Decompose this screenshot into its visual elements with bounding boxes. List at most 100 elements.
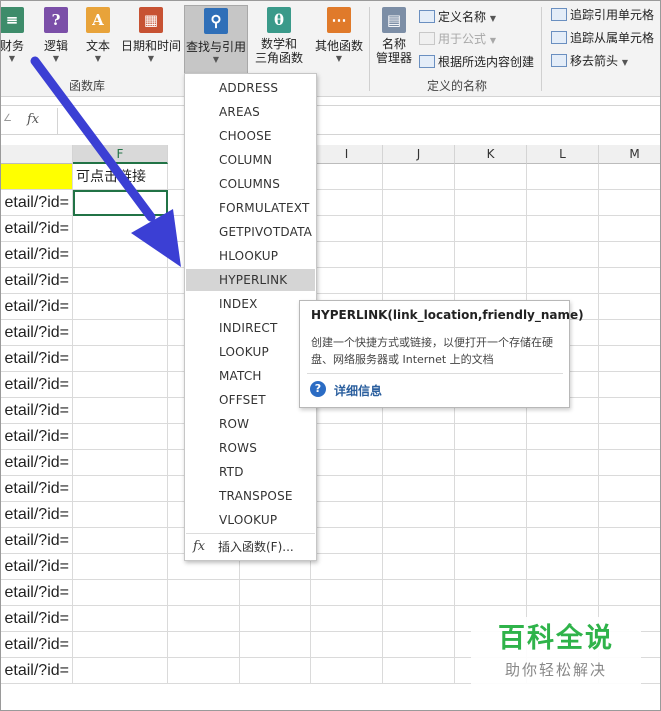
menu-item-columns[interactable]: COLUMNS: [186, 173, 315, 195]
url-cell[interactable]: etail/?id=: [1, 606, 73, 632]
grid-cell[interactable]: [455, 216, 527, 242]
grid-cell[interactable]: [73, 528, 168, 554]
datetime-button[interactable]: ▦ 日期和时间 ▼: [119, 5, 183, 75]
column-header-l[interactable]: L: [527, 145, 599, 164]
grid-cell[interactable]: [73, 554, 168, 580]
grid-cell[interactable]: [73, 320, 168, 346]
menu-item-offset[interactable]: OFFSET: [186, 389, 315, 411]
grid-cell[interactable]: [455, 242, 527, 268]
define-name-button[interactable]: 定义名称 ▼: [419, 7, 496, 27]
grid-cell[interactable]: [73, 242, 168, 268]
grid-cell[interactable]: [383, 606, 455, 632]
grid-cell[interactable]: [527, 476, 599, 502]
grid-cell[interactable]: [599, 346, 660, 372]
grid-cell[interactable]: [455, 190, 527, 216]
grid-cell[interactable]: [527, 528, 599, 554]
grid-cell[interactable]: [73, 450, 168, 476]
grid-cell[interactable]: [73, 216, 168, 242]
grid-cell[interactable]: [73, 502, 168, 528]
grid-cell[interactable]: [311, 242, 383, 268]
grid-cell[interactable]: [168, 632, 240, 658]
grid-cell[interactable]: [383, 476, 455, 502]
column-header-f[interactable]: F: [73, 145, 168, 164]
use-in-formula-button[interactable]: 用于公式 ▼: [419, 29, 496, 49]
grid-cell[interactable]: [599, 242, 660, 268]
grid-cell[interactable]: [168, 580, 240, 606]
grid-cell[interactable]: [455, 268, 527, 294]
grid-cell[interactable]: [311, 164, 383, 190]
menu-item-lookup[interactable]: LOOKUP: [186, 341, 315, 363]
grid-cell[interactable]: [455, 528, 527, 554]
menu-item-vlookup[interactable]: VLOOKUP: [186, 509, 315, 531]
url-cell[interactable]: etail/?id=: [1, 242, 73, 268]
url-cell[interactable]: etail/?id=: [1, 476, 73, 502]
grid-cell[interactable]: [455, 502, 527, 528]
grid-cell[interactable]: [527, 580, 599, 606]
menu-item-transpose[interactable]: TRANSPOSE: [186, 485, 315, 507]
grid-cell[interactable]: [455, 554, 527, 580]
url-cell[interactable]: etail/?id=: [1, 398, 73, 424]
menu-item-match[interactable]: MATCH: [186, 365, 315, 387]
grid-cell[interactable]: [240, 580, 311, 606]
url-cell[interactable]: etail/?id=: [1, 268, 73, 294]
text-button[interactable]: A 文本 ▼: [81, 5, 115, 75]
menu-item-row[interactable]: ROW: [186, 413, 315, 435]
grid-cell[interactable]: [168, 606, 240, 632]
grid-cell[interactable]: [73, 398, 168, 424]
grid-cell[interactable]: [311, 658, 383, 684]
grid-cell[interactable]: [383, 268, 455, 294]
remove-arrows-button[interactable]: 移去箭头 ▼: [551, 51, 628, 71]
grid-cell[interactable]: [311, 554, 383, 580]
menu-item-choose[interactable]: CHOOSE: [186, 125, 315, 147]
column-header[interactable]: [1, 145, 73, 164]
url-cell[interactable]: etail/?id=: [1, 658, 73, 684]
grid-cell[interactable]: [168, 658, 240, 684]
lookup-reference-button[interactable]: ⚲ 查找与引用 ▼: [184, 5, 248, 75]
grid-cell[interactable]: [311, 424, 383, 450]
grid-cell[interactable]: [383, 216, 455, 242]
grid-cell[interactable]: [311, 632, 383, 658]
menu-item-rows[interactable]: ROWS: [186, 437, 315, 459]
grid-cell[interactable]: [73, 580, 168, 606]
menu-item-index[interactable]: INDEX: [186, 293, 315, 315]
url-cell[interactable]: etail/?id=: [1, 294, 73, 320]
grid-cell[interactable]: [311, 502, 383, 528]
grid-cell[interactable]: [311, 606, 383, 632]
grid-cell[interactable]: [527, 554, 599, 580]
grid-cell[interactable]: [599, 450, 660, 476]
grid-cell[interactable]: [240, 606, 311, 632]
menu-item-column[interactable]: COLUMN: [186, 149, 315, 171]
grid-cell[interactable]: [527, 450, 599, 476]
url-cell[interactable]: etail/?id=: [1, 632, 73, 658]
grid-cell[interactable]: [311, 190, 383, 216]
grid-cell[interactable]: [455, 164, 527, 190]
grid-cell[interactable]: [599, 528, 660, 554]
grid-cell[interactable]: [311, 450, 383, 476]
grid-cell[interactable]: [599, 164, 660, 190]
grid-cell[interactable]: [599, 424, 660, 450]
grid-cell[interactable]: [599, 320, 660, 346]
active-cell[interactable]: [73, 190, 168, 216]
grid-cell[interactable]: [527, 268, 599, 294]
url-cell[interactable]: etail/?id=: [1, 346, 73, 372]
menu-item-address[interactable]: ADDRESS: [186, 77, 315, 99]
grid-cell[interactable]: [383, 450, 455, 476]
column-header-j[interactable]: J: [383, 145, 455, 164]
url-cell[interactable]: etail/?id=: [1, 190, 73, 216]
trace-precedents-button[interactable]: 追踪引用单元格: [551, 5, 654, 25]
grid-cell[interactable]: [383, 658, 455, 684]
grid-cell[interactable]: [383, 632, 455, 658]
grid-cell[interactable]: [455, 424, 527, 450]
menu-item-areas[interactable]: AREAS: [186, 101, 315, 123]
grid-cell[interactable]: [73, 372, 168, 398]
grid-cell[interactable]: [383, 164, 455, 190]
grid-cell[interactable]: [73, 606, 168, 632]
grid-cell[interactable]: [599, 502, 660, 528]
insert-function-menu-item[interactable]: 插入函数(F)...: [218, 538, 294, 556]
more-functions-button[interactable]: ⋯ 其他函数 ▼: [311, 5, 367, 75]
grid-cell[interactable]: [383, 528, 455, 554]
grid-cell[interactable]: [599, 476, 660, 502]
grid-cell[interactable]: [599, 372, 660, 398]
grid-cell[interactable]: [73, 346, 168, 372]
insert-function-fx-button[interactable]: fx: [27, 112, 39, 127]
